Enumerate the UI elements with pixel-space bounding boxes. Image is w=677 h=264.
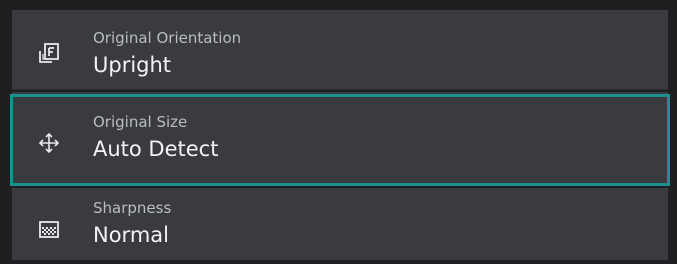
original-size-item[interactable]: Original Size Auto Detect <box>10 92 670 186</box>
sharpness-label: Sharpness <box>93 199 172 217</box>
original-orientation-label: Original Orientation <box>93 29 242 47</box>
original-size-label: Original Size <box>93 113 188 131</box>
settings-panel: Original Orientation Upright Original Si… <box>0 0 677 264</box>
move-arrows-icon <box>38 132 60 154</box>
sharpness-item[interactable]: Sharpness Normal <box>12 188 668 260</box>
orientation-icon <box>38 42 60 64</box>
original-size-value: Auto Detect <box>93 137 219 161</box>
sharpness-icon <box>38 218 60 240</box>
sharpness-value: Normal <box>93 223 169 247</box>
original-orientation-value: Upright <box>93 53 172 77</box>
original-orientation-item[interactable]: Original Orientation Upright <box>12 10 668 90</box>
